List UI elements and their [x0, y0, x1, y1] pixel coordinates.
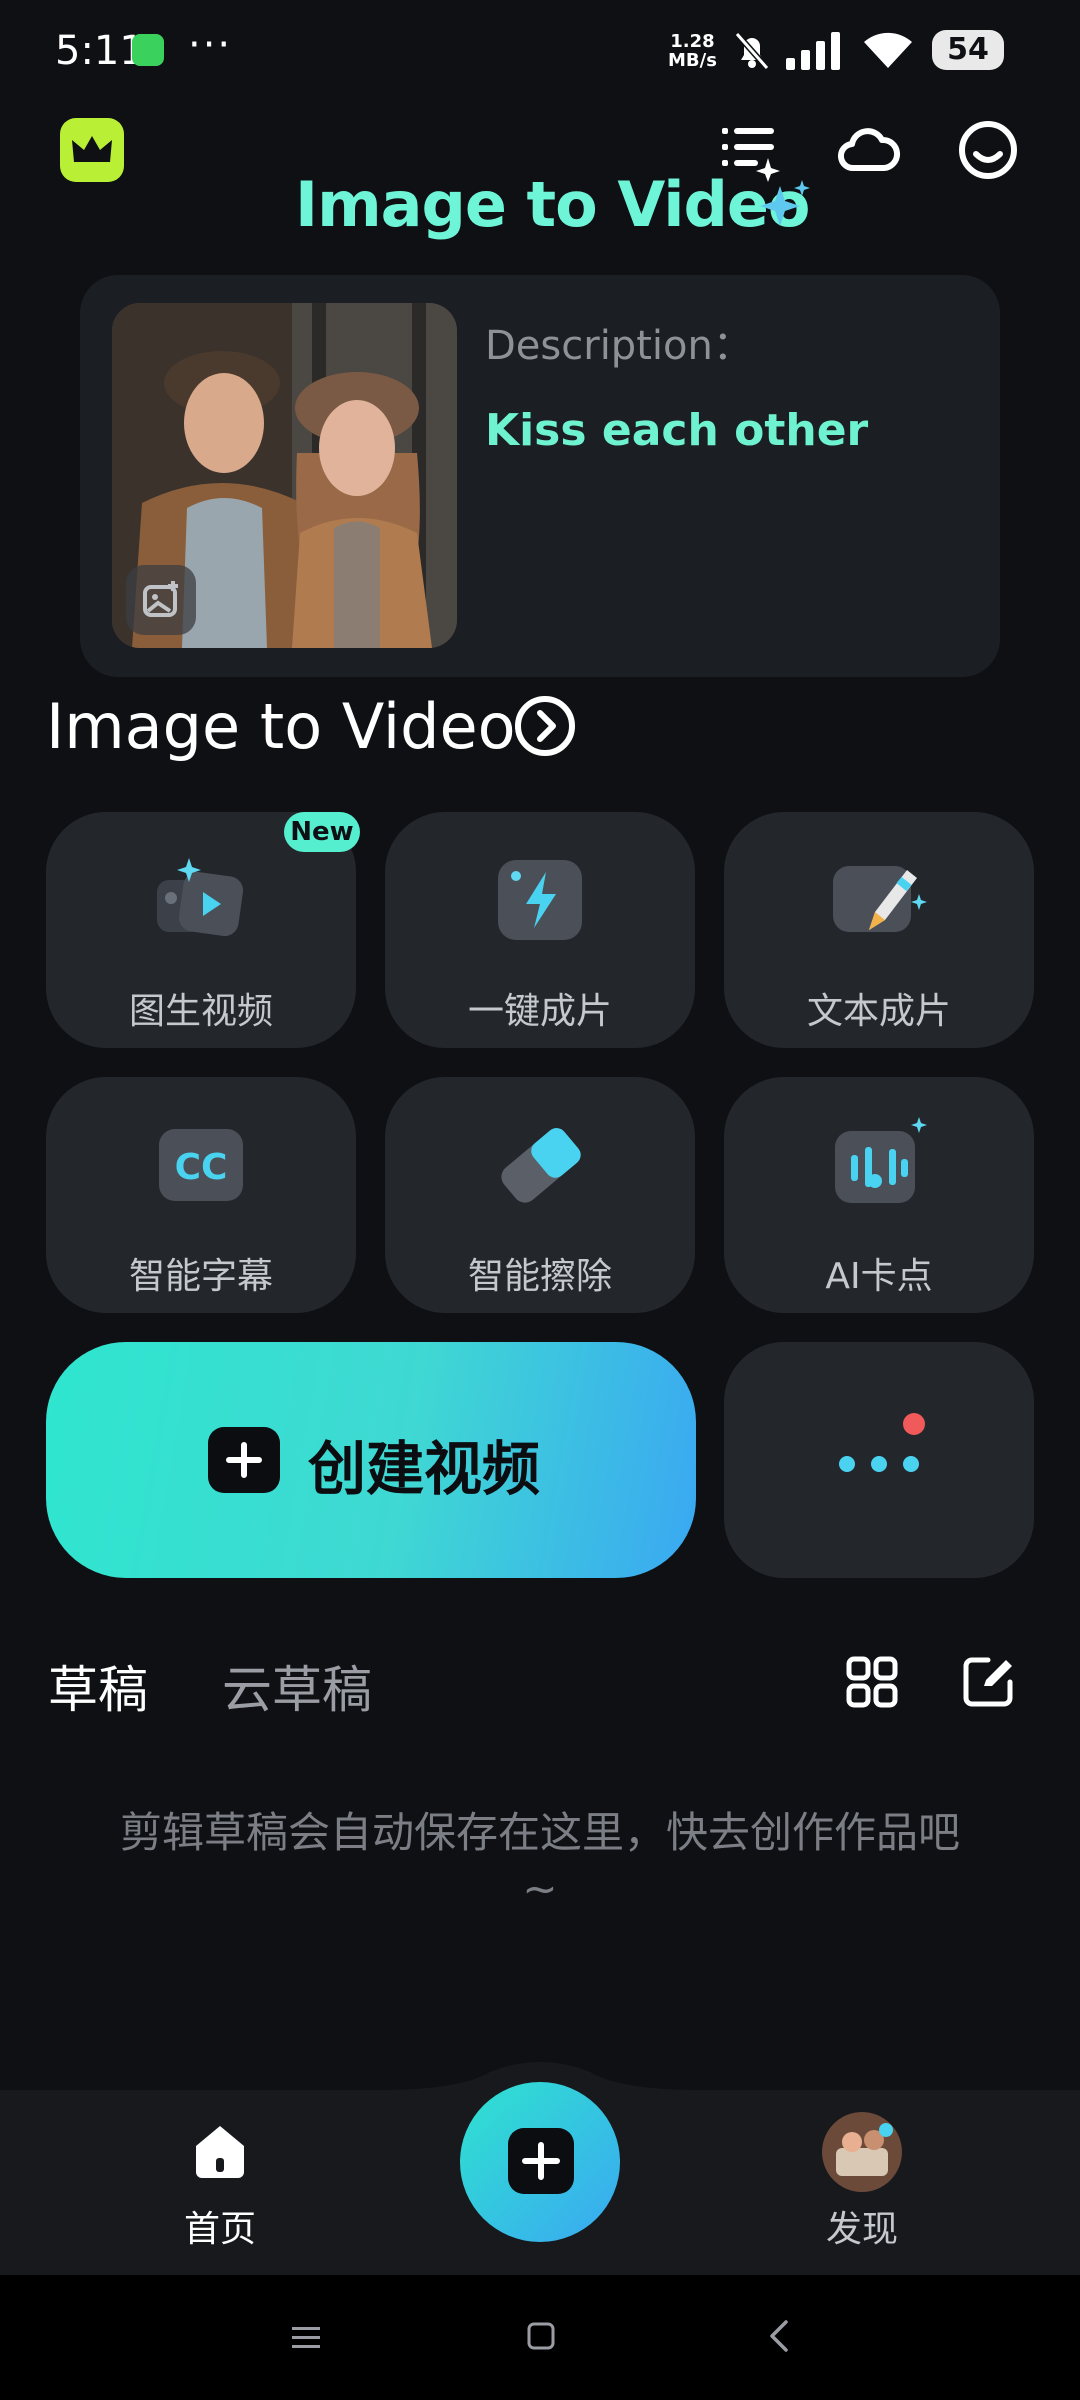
home-square-icon[interactable]: [526, 2321, 556, 2351]
profile-face-icon[interactable]: [956, 118, 1020, 182]
vip-crown-button[interactable]: [60, 118, 124, 182]
feature-one-click-edit[interactable]: 一键成片: [385, 812, 695, 1048]
cloud-icon[interactable]: [836, 118, 900, 182]
section-title-link[interactable]: Image to Video: [46, 690, 516, 763]
create-video-button[interactable]: 创建视频: [46, 1342, 696, 1578]
plus-icon: [208, 1427, 280, 1493]
image-to-video-banner[interactable]: Description： Kiss each other: [80, 275, 1000, 677]
crown-icon: [72, 136, 112, 162]
sparkle-icon: [760, 180, 810, 226]
chevron-right-circle-icon[interactable]: [514, 695, 576, 757]
feature-smart-subtitles[interactable]: CC 智能字幕: [46, 1077, 356, 1313]
feature-label: 智能擦除: [467, 1256, 612, 1297]
nav-discover[interactable]: 发现: [802, 2112, 922, 2252]
wifi-icon: [864, 32, 912, 68]
grid-view-icon[interactable]: [846, 1656, 898, 1708]
nav-discover-label: 发现: [825, 2209, 898, 2250]
music-beat-icon: [835, 1117, 927, 1203]
more-tools-button[interactable]: [724, 1342, 1034, 1578]
mute-bell-icon: [734, 32, 770, 70]
add-image-icon: [143, 581, 178, 617]
svg-text:CC: CC: [175, 1147, 228, 1188]
nav-home[interactable]: 首页: [160, 2120, 280, 2250]
feature-smart-eraser[interactable]: 智能擦除: [385, 1077, 695, 1313]
status-bar: 5:11 ··· 1.28 MB/s 54: [0, 0, 1080, 100]
menu-icon[interactable]: [290, 2323, 322, 2353]
shield-app-icon: [132, 34, 164, 66]
feature-label: 文本成片: [806, 991, 951, 1032]
signal-icon: [786, 32, 840, 70]
add-image-button[interactable]: [126, 565, 196, 635]
home-icon: [196, 2126, 244, 2178]
banner-title: Image to Video: [295, 168, 811, 241]
eraser-icon: [501, 1128, 581, 1203]
drafts-empty-message: 剪辑草稿会自动保存在这里，快去创作作品吧~: [119, 1808, 960, 1913]
new-badge: New: [284, 812, 360, 852]
image-to-video-icon: [157, 858, 244, 937]
tab-cloud-drafts[interactable]: 云草稿: [222, 1650, 372, 1722]
pencil-icon: [833, 866, 927, 932]
status-overflow: ···: [188, 22, 233, 68]
net-speed: 1.28 MB/s: [668, 31, 717, 71]
system-nav-bar: [0, 2275, 1080, 2400]
section-title: Image to Video: [46, 690, 516, 763]
description-value: Kiss each other: [485, 405, 869, 456]
description-label: Description：: [485, 323, 753, 369]
fab-create-button[interactable]: [460, 2082, 620, 2242]
discover-avatar: [822, 2112, 902, 2192]
feature-label: AI卡点: [825, 1256, 933, 1297]
more-dots-icon: [839, 1413, 925, 1472]
plus-icon: [508, 2128, 574, 2194]
nav-home-label: 首页: [183, 2209, 256, 2250]
back-icon[interactable]: [764, 2319, 794, 2353]
feature-label: 智能字幕: [128, 1256, 273, 1297]
feature-text-to-video[interactable]: 文本成片: [724, 812, 1034, 1048]
tab-drafts[interactable]: 草稿: [48, 1650, 148, 1722]
cc-icon: CC: [159, 1129, 243, 1201]
feature-ai-beat-sync[interactable]: AI卡点: [724, 1077, 1034, 1313]
lightning-icon: [498, 860, 582, 940]
feature-label: 一键成片: [467, 991, 612, 1032]
feature-label: 图生视频: [128, 991, 273, 1032]
sample-couple-photo: [112, 303, 457, 648]
create-video-label: 创建视频: [308, 1435, 541, 1503]
battery-indicator: 54: [932, 30, 1004, 70]
edit-icon[interactable]: [962, 1656, 1014, 1708]
